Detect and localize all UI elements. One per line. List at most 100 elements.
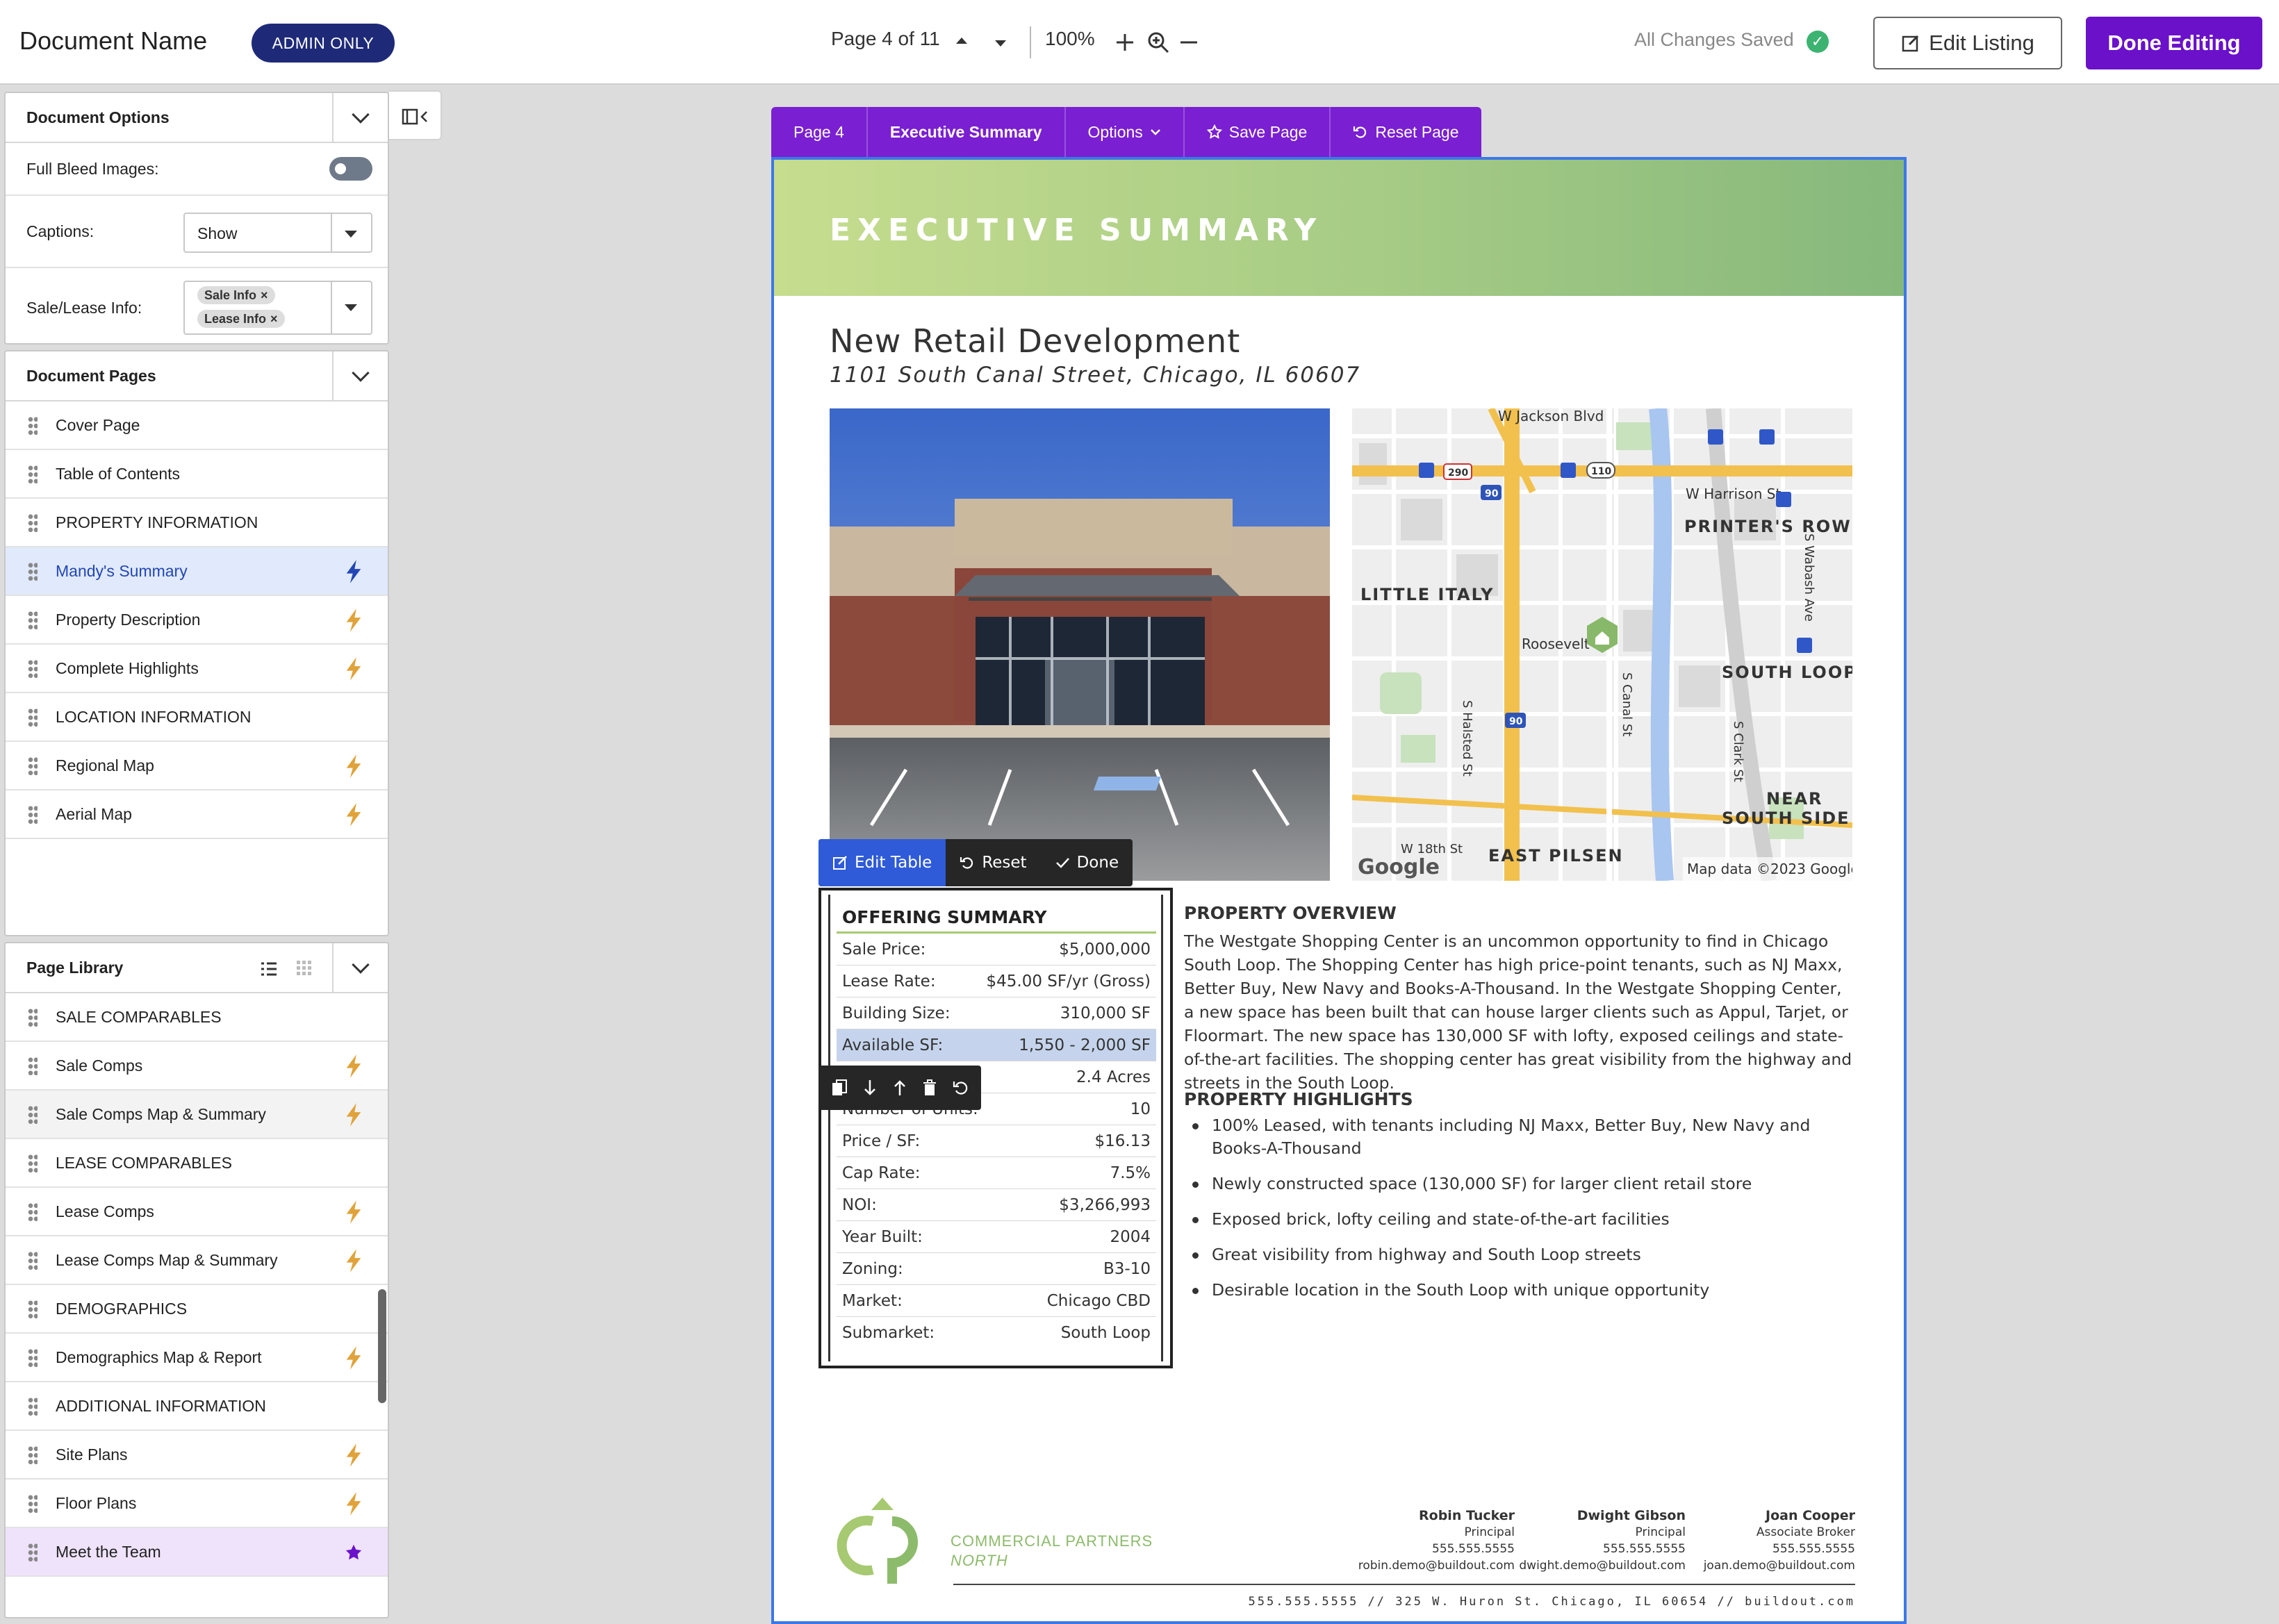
library-item-floor-plans[interactable]: Floor Plans — [6, 1480, 388, 1528]
zoom-plus-icon[interactable] — [1114, 32, 1135, 53]
library-item-sale-comps[interactable]: Sale Comps — [6, 1042, 388, 1091]
library-item-sale-comps-map-summary[interactable]: Sale Comps Map & Summary — [6, 1091, 388, 1139]
overview-heading[interactable]: PROPERTY OVERVIEW — [1184, 903, 1397, 923]
table-row[interactable]: Building Size: 310,000 SF — [837, 997, 1156, 1029]
document-name[interactable]: Document Name — [19, 26, 207, 56]
tab-reset-page[interactable]: Reset Page — [1331, 107, 1481, 157]
document-pages-header[interactable]: Document Pages — [6, 351, 388, 401]
table-row[interactable]: NOI: $3,266,993 — [837, 1189, 1156, 1221]
banner-title[interactable]: EXECUTIVE SUMMARY — [830, 213, 1323, 248]
property-title[interactable]: New Retail Development — [830, 322, 1240, 360]
captions-select[interactable]: Show — [183, 213, 372, 253]
drag-handle-icon[interactable] — [28, 659, 38, 679]
drag-handle-icon[interactable] — [28, 416, 38, 436]
page-item-property-description[interactable]: Property Description — [6, 596, 388, 645]
edit-table-button[interactable]: Edit Table — [818, 839, 946, 886]
property-address[interactable]: 1101 South Canal Street, Chicago, IL 606… — [830, 363, 1360, 388]
table-row[interactable]: Price / SF: $16.13 — [837, 1125, 1156, 1157]
property-photo[interactable] — [830, 408, 1330, 881]
page-item-location-information[interactable]: LOCATION INFORMATION — [6, 693, 388, 742]
table-row[interactable]: Cap Rate: 7.5% — [837, 1157, 1156, 1189]
drag-handle-icon[interactable] — [28, 1202, 38, 1222]
tag-lease-info[interactable]: Lease Info × — [197, 310, 285, 328]
done-editing-button[interactable]: Done Editing — [2086, 17, 2262, 69]
table-row[interactable]: Submarket: South Loop — [837, 1317, 1156, 1349]
library-item-sale-comparables[interactable]: SALE COMPARABLES — [6, 993, 388, 1042]
library-item-additional-information[interactable]: ADDITIONAL INFORMATION — [6, 1382, 388, 1431]
list-view-icon[interactable] — [260, 961, 278, 977]
page-item-regional-map[interactable]: Regional Map — [6, 742, 388, 790]
table-row[interactable]: Market: Chicago CBD — [837, 1285, 1156, 1317]
tab-page-number[interactable]: Page 4 — [771, 107, 868, 157]
page-item-property-information[interactable]: PROPERTY INFORMATION — [6, 499, 388, 547]
page-item-table-of-contents[interactable]: Table of Contents — [6, 450, 388, 499]
grid-view-icon[interactable] — [296, 960, 313, 977]
page-item-mandys-summary[interactable]: Mandy's Summary — [6, 547, 388, 596]
page-up-icon[interactable] — [956, 38, 967, 44]
remove-tag-icon[interactable]: × — [261, 288, 268, 303]
drag-handle-icon[interactable] — [28, 1348, 38, 1368]
drag-handle-icon[interactable] — [28, 1445, 38, 1465]
undo-icon[interactable] — [952, 1079, 969, 1096]
page-item-cover-page[interactable]: Cover Page — [6, 401, 388, 450]
page-library-header[interactable]: Page Library — [6, 943, 388, 993]
highlights-list[interactable]: 100% Leased, with tenants including NJ M… — [1184, 1114, 1855, 1314]
drag-handle-icon[interactable] — [28, 1154, 38, 1173]
table-row-selected[interactable]: Available SF: 1,550 - 2,000 SF — [837, 1029, 1156, 1061]
tab-page-name[interactable]: Executive Summary — [868, 107, 1066, 157]
library-item-lease-comps[interactable]: Lease Comps — [6, 1188, 388, 1236]
drag-handle-icon[interactable] — [28, 1397, 38, 1416]
drag-handle-icon[interactable] — [28, 1008, 38, 1027]
library-item-lease-comparables[interactable]: LEASE COMPARABLES — [6, 1139, 388, 1188]
drag-handle-icon[interactable] — [28, 1494, 38, 1514]
page-item-complete-highlights[interactable]: Complete Highlights — [6, 645, 388, 693]
overview-text[interactable]: The Westgate Shopping Center is an uncom… — [1184, 929, 1855, 1095]
trash-icon[interactable] — [922, 1079, 937, 1097]
library-item-meet-the-team[interactable]: Meet the Team — [6, 1528, 388, 1577]
library-item-lease-comps-map-summary[interactable]: Lease Comps Map & Summary — [6, 1236, 388, 1285]
remove-tag-icon[interactable]: × — [270, 312, 278, 326]
tag-sale-info[interactable]: Sale Info × — [197, 286, 275, 304]
table-row[interactable]: Lease Rate: $45.00 SF/yr (Gross) — [837, 966, 1156, 997]
page-item-aerial-map[interactable]: Aerial Map — [6, 790, 388, 839]
full-bleed-toggle[interactable] — [329, 157, 372, 181]
reset-table-button[interactable]: Reset — [946, 839, 1040, 886]
done-table-button[interactable]: Done — [1041, 839, 1133, 886]
drag-handle-icon[interactable] — [28, 1251, 38, 1270]
drag-handle-icon[interactable] — [28, 1105, 38, 1125]
zoom-minus-icon[interactable] — [1178, 32, 1199, 53]
collapse-toggle[interactable] — [332, 943, 388, 993]
zoom-in-icon[interactable] — [1146, 31, 1170, 54]
copy-row-icon[interactable] — [831, 1079, 848, 1097]
document-options-header[interactable]: Document Options — [6, 93, 388, 143]
drag-handle-icon[interactable] — [28, 465, 38, 484]
table-row[interactable]: Zoning: B3-10 — [837, 1253, 1156, 1285]
offering-summary-table[interactable]: OFFERING SUMMARY Sale Price: $5,000,000 L… — [818, 888, 1173, 1368]
collapse-toggle[interactable] — [332, 93, 388, 143]
drag-handle-icon[interactable] — [28, 1300, 38, 1319]
tab-options[interactable]: Options — [1066, 107, 1185, 157]
tab-save-page[interactable]: Save Page — [1185, 107, 1331, 157]
drag-handle-icon[interactable] — [28, 1543, 38, 1562]
library-item-demographics[interactable]: DEMOGRAPHICS — [6, 1285, 388, 1334]
table-row[interactable]: Year Built: 2004 — [837, 1221, 1156, 1253]
collapse-sidebar-button[interactable] — [389, 90, 442, 140]
page-down-icon[interactable] — [995, 40, 1006, 47]
drag-handle-icon[interactable] — [28, 513, 38, 533]
collapse-toggle[interactable] — [332, 351, 388, 401]
drag-handle-icon[interactable] — [28, 611, 38, 630]
location-map[interactable]: W Jackson Blvd W Harrison St PRINTER'S R… — [1352, 408, 1852, 881]
drag-handle-icon[interactable] — [28, 562, 38, 581]
highlights-heading[interactable]: PROPERTY HIGHLIGHTS — [1184, 1089, 1413, 1109]
move-down-icon[interactable] — [862, 1079, 878, 1097]
library-scrollbar[interactable] — [378, 1289, 386, 1403]
sale-lease-select[interactable]: Sale Info × Lease Info × — [183, 281, 372, 335]
drag-handle-icon[interactable] — [28, 1057, 38, 1076]
library-item-demographics-map-report[interactable]: Demographics Map & Report — [6, 1334, 388, 1382]
edit-listing-button[interactable]: Edit Listing — [1873, 17, 2062, 69]
drag-handle-icon[interactable] — [28, 708, 38, 727]
table-row[interactable]: Sale Price: $5,000,000 — [837, 934, 1156, 966]
library-item-site-plans[interactable]: Site Plans — [6, 1431, 388, 1480]
move-up-icon[interactable] — [892, 1079, 907, 1097]
drag-handle-icon[interactable] — [28, 805, 38, 825]
